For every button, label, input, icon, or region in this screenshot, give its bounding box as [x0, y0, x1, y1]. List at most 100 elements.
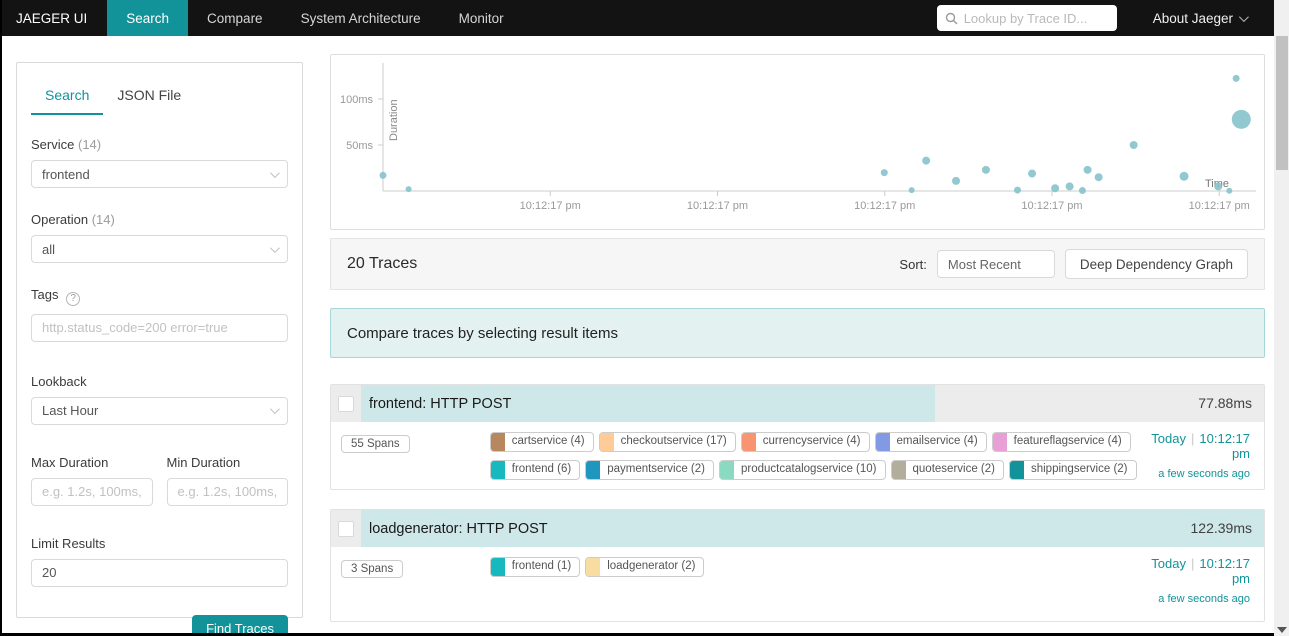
chevron-down-icon [269, 404, 280, 415]
service-tag: productcatalogservice (10) [719, 460, 886, 480]
service-tag: shippingservice (2) [1008, 460, 1137, 480]
service-tag: emailservice (4) [874, 432, 987, 452]
tags-input[interactable] [42, 320, 277, 335]
svg-text:10:12:17 pm: 10:12:17 pm [854, 200, 915, 212]
trace-title[interactable]: frontend: HTTP POST [369, 396, 511, 412]
service-tag: currencyservice (4) [740, 432, 870, 452]
results-header: 20 Traces Sort: Most Recent Deep Depende… [330, 238, 1265, 290]
service-tag: quoteservice (2) [890, 460, 1004, 480]
service-color-swatch [490, 461, 505, 479]
sort-select[interactable]: Most Recent [936, 250, 1055, 278]
max-duration-input[interactable] [42, 484, 142, 499]
svg-text:Duration: Duration [388, 99, 400, 141]
service-value: frontend [42, 166, 90, 182]
service-tags: frontend (1) loadgenerator (2) [489, 556, 1152, 577]
lookback-label: Lookback [31, 373, 87, 389]
nav-tab-system-architecture[interactable]: System Architecture [282, 0, 440, 36]
trace-title[interactable]: loadgenerator: HTTP POST [369, 521, 548, 537]
service-color-swatch [490, 558, 505, 576]
chevron-down-icon [1238, 11, 1249, 22]
trace-relative-time: a few seconds ago [1158, 593, 1250, 605]
limit-results-input[interactable] [42, 565, 277, 580]
service-color-swatch [586, 558, 601, 576]
max-duration-field [31, 477, 153, 506]
lookback-select[interactable]: Last Hour [31, 396, 288, 425]
sort-label: Sort: [899, 256, 927, 272]
service-select[interactable]: frontend [31, 160, 288, 188]
svg-text:10:12:17 pm: 10:12:17 pm [520, 200, 581, 212]
about-jaeger-menu[interactable]: About Jaeger [1152, 10, 1249, 26]
service-tags: cartservice (4) checkoutservice (17) cur… [489, 431, 1152, 480]
trace-time-link[interactable]: 10:12:17 pm [1199, 431, 1250, 461]
search-results-area: 100ms 50ms Duration 10:12:17 pm 10:12:17 pm 1… [330, 54, 1265, 636]
top-nav: JAEGER UI Search Compare System Architec… [2, 0, 1274, 36]
trace-lookup-input[interactable] [963, 10, 1109, 26]
trace-result-row[interactable]: frontend: HTTP POST 1b92613 77.88ms 55 S… [330, 384, 1265, 490]
svg-text:10:12:17 pm: 10:12:17 pm [1021, 200, 1082, 212]
limit-results-field [31, 558, 288, 587]
service-tag: checkoutservice (17) [598, 432, 736, 452]
service-tag: frontend (6) [489, 460, 581, 480]
operation-select[interactable]: all [31, 235, 288, 263]
service-color-swatch [1009, 461, 1024, 479]
trace-checkbox[interactable] [338, 520, 354, 537]
operation-value: all [42, 241, 56, 257]
span-count-pill: 3 Spans [341, 560, 404, 578]
duration-scatterplot: 100ms 50ms Duration 10:12:17 pm 10:12:17 pm 1… [330, 54, 1265, 230]
svg-text:50ms: 50ms [346, 140, 373, 152]
span-count-pill: 55 Spans [341, 435, 410, 453]
sort-value: Most Recent [947, 256, 1021, 272]
tab-json-file[interactable]: JSON File [103, 81, 195, 115]
trace-lookup-box[interactable] [936, 5, 1117, 31]
duration-scatter-svg[interactable]: 100ms 50ms Duration 10:12:17 pm 10:12:17 pm 1… [331, 55, 1264, 229]
service-color-swatch [586, 461, 601, 479]
about-jaeger-label: About Jaeger [1152, 10, 1233, 26]
trace-result-row[interactable]: loadgenerator: HTTP POST ec91e67 122.39m… [330, 509, 1265, 622]
scrollbar-thumb[interactable] [1276, 36, 1288, 170]
service-tag: featureflagservice (4) [991, 432, 1131, 452]
trace-duration: 122.39ms [1190, 520, 1252, 536]
tab-search[interactable]: Search [31, 81, 104, 115]
min-duration-label: Min Duration [166, 454, 241, 470]
chevron-down-icon [269, 167, 280, 178]
max-duration-label: Max Duration [31, 454, 109, 470]
sidebar-tabs: Search JSON File [31, 81, 288, 115]
min-duration-input[interactable] [177, 484, 277, 499]
trace-duration: 77.88ms [1198, 395, 1252, 411]
compare-banner: Compare traces by selecting result items [330, 308, 1265, 358]
deep-dependency-graph-button[interactable]: Deep Dependency Graph [1064, 249, 1248, 279]
service-tag: loadgenerator (2) [585, 557, 705, 577]
nav-tab-monitor[interactable]: Monitor [440, 0, 523, 36]
vertical-scrollbar[interactable] [1274, 0, 1289, 636]
help-icon[interactable]: ? [66, 291, 81, 306]
service-tag: paymentservice (2) [585, 460, 714, 480]
service-color-swatch [720, 461, 734, 479]
tags-label: Tags ? [31, 287, 288, 306]
min-duration-field [166, 477, 288, 506]
service-color-swatch [741, 433, 756, 451]
nav-tab-search[interactable]: Search [107, 0, 189, 36]
trace-time-link[interactable]: 10:12:17 pm [1199, 556, 1250, 586]
tags-field [31, 313, 288, 342]
svg-text:10:12:17 pm: 10:12:17 pm [687, 200, 748, 212]
trace-date-link[interactable]: Today [1151, 556, 1186, 571]
nav-tab-compare[interactable]: Compare [188, 0, 282, 36]
svg-text:10:12:17 pm: 10:12:17 pm [1189, 200, 1250, 212]
search-sidebar: Search JSON File Service (14) frontend O… [16, 62, 303, 636]
limit-results-label: Limit Results [31, 535, 106, 551]
trace-checkbox[interactable] [338, 395, 354, 412]
search-icon [945, 12, 958, 24]
svg-text:100ms: 100ms [340, 94, 374, 106]
trace-relative-time: a few seconds ago [1158, 468, 1250, 480]
separator: | [1191, 556, 1195, 571]
trace-date-link[interactable]: Today [1151, 431, 1186, 446]
trace-count-title: 20 Traces [347, 255, 418, 272]
operation-label: Operation (14) [31, 212, 115, 227]
service-color-swatch [992, 433, 1007, 451]
service-tag: cartservice (4) [489, 432, 594, 452]
service-color-swatch [490, 433, 505, 451]
scroll-down-arrow-icon[interactable] [1277, 627, 1287, 633]
lookback-value: Last Hour [42, 403, 99, 418]
separator: | [1191, 431, 1195, 446]
chevron-down-icon [269, 242, 280, 253]
